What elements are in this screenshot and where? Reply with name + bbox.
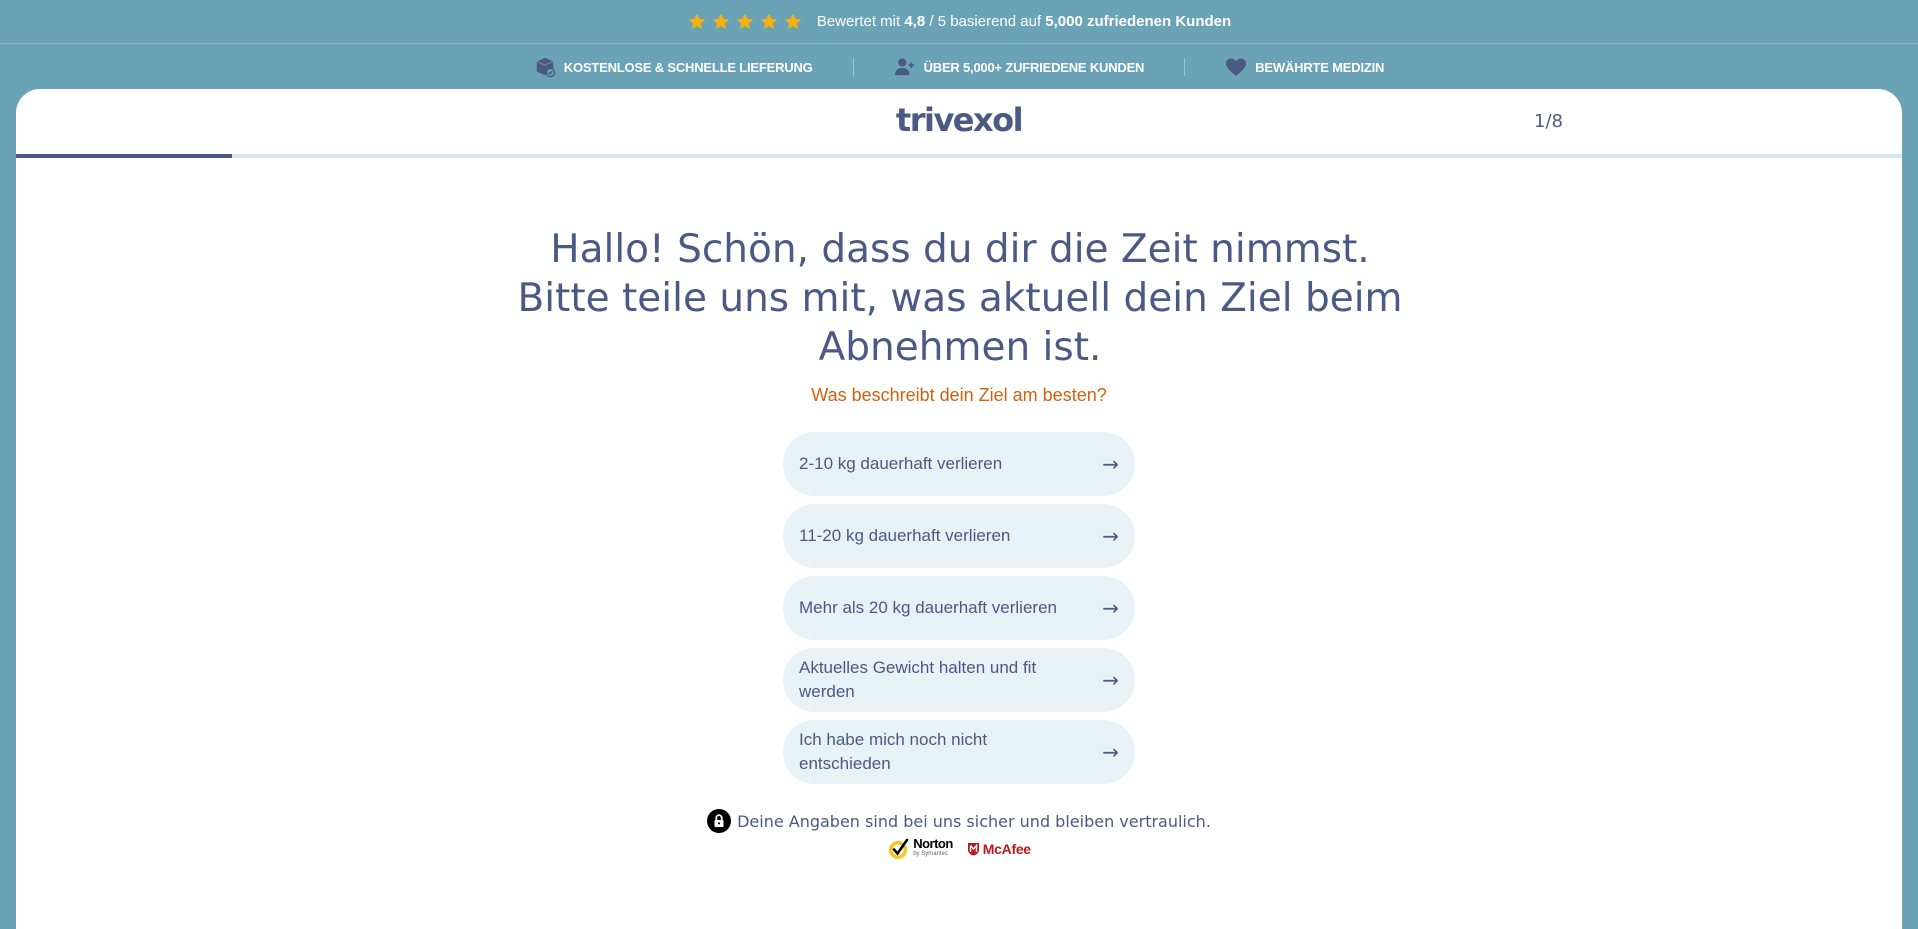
rating-stars: [687, 12, 803, 32]
option-2-10-kg[interactable]: 2-10 kg dauerhaft verlieren →: [783, 432, 1135, 496]
benefit-label: KOSTENLOSE & SCHNELLE LIEFERUNG: [563, 59, 813, 75]
arrow-right-icon: →: [1102, 524, 1119, 548]
star-icon: [760, 13, 777, 29]
benefits-bar: KOSTENLOSE & SCHNELLE LIEFERUNG ÜBER 5,0…: [0, 45, 1918, 89]
option-maintain-weight[interactable]: Aktuelles Gewicht halten und fit werden …: [783, 648, 1135, 712]
heart-icon: [1226, 58, 1247, 77]
answer-options: 2-10 kg dauerhaft verlieren → 11-20 kg d…: [783, 432, 1135, 784]
quiz-card: trivexol 1/8 Hallo! Schön, dass du dir d…: [16, 89, 1902, 929]
rating-prefix: Bewertet mit: [816, 13, 901, 30]
norton-check-icon: [889, 838, 909, 859]
option-label: Aktuelles Gewicht halten und fit werden: [799, 658, 1037, 701]
norton-badge: Norton by Symantec: [887, 837, 953, 861]
option-undecided[interactable]: Ich habe mich noch nicht entschieden →: [783, 720, 1135, 784]
page-title: Hallo! Schön, dass du dir die Zeit nimms…: [517, 227, 1403, 370]
option-label: 2-10 kg dauerhaft verlieren: [799, 454, 1003, 473]
option-label: Mehr als 20 kg dauerhaft verlieren: [799, 598, 1057, 617]
mcafee-badge: McAfee: [967, 841, 1031, 857]
option-label: Ich habe mich noch nicht entschieden: [799, 730, 988, 773]
benefit-delivery: KOSTENLOSE & SCHNELLE LIEFERUNG: [494, 56, 853, 78]
arrow-right-icon: →: [1102, 596, 1119, 620]
rating-text: Bewertet mit 4,8 / 5 basierend auf 5,000…: [817, 13, 1231, 30]
add-user-icon: [894, 58, 914, 76]
brand-logo[interactable]: trivexol: [16, 101, 1902, 139]
norton-name: Norton: [913, 836, 953, 851]
question-label: Was beschreibt dein Ziel am besten?: [811, 385, 1107, 405]
arrow-right-icon: →: [1102, 668, 1119, 692]
mcafee-shield-icon: [967, 843, 979, 856]
delivery-box-icon: [536, 57, 556, 78]
star-icon: [688, 13, 705, 29]
option-label: 11-20 kg dauerhaft verlieren: [799, 526, 1011, 545]
arrow-right-icon: →: [1102, 452, 1119, 476]
star-icon: [736, 13, 753, 29]
norton-subtitle: by Symantec: [913, 851, 948, 857]
option-more-than-20-kg[interactable]: Mehr als 20 kg dauerhaft verlieren →: [783, 576, 1135, 640]
rating-bar: Bewertet mit 4,8 / 5 basierend auf 5,000…: [0, 0, 1918, 44]
benefit-customers: ÜBER 5,000+ ZUFRIEDENE KUNDEN: [854, 57, 1185, 77]
star-icon: [712, 13, 729, 29]
benefit-medicine: BEWÄHRTE MEDIZIN: [1185, 57, 1424, 77]
privacy-notice: Deine Angaben sind bei uns sicher und bl…: [16, 809, 1902, 833]
step-counter: 1/8: [1534, 111, 1563, 132]
rating-scale: / 5 basierend auf: [929, 13, 1042, 30]
star-icon: [784, 13, 801, 29]
arrow-right-icon: →: [1102, 740, 1119, 764]
privacy-text: Deine Angaben sind bei uns sicher und bl…: [737, 811, 1211, 831]
progress-fill: [16, 154, 233, 158]
progress-bar: [16, 154, 1902, 158]
rating-customers: 5,000 zufriedenen Kunden: [1045, 13, 1232, 30]
mcafee-name: McAfee: [982, 841, 1031, 857]
rating-score: 4,8: [904, 13, 926, 30]
option-11-20-kg[interactable]: 11-20 kg dauerhaft verlieren →: [783, 504, 1135, 568]
trust-badges: Norton by Symantec McAfee: [16, 837, 1902, 861]
benefit-label: ÜBER 5,000+ ZUFRIEDENE KUNDEN: [923, 59, 1145, 75]
benefit-label: BEWÄHRTE MEDIZIN: [1255, 59, 1385, 75]
lock-icon: [707, 809, 732, 833]
